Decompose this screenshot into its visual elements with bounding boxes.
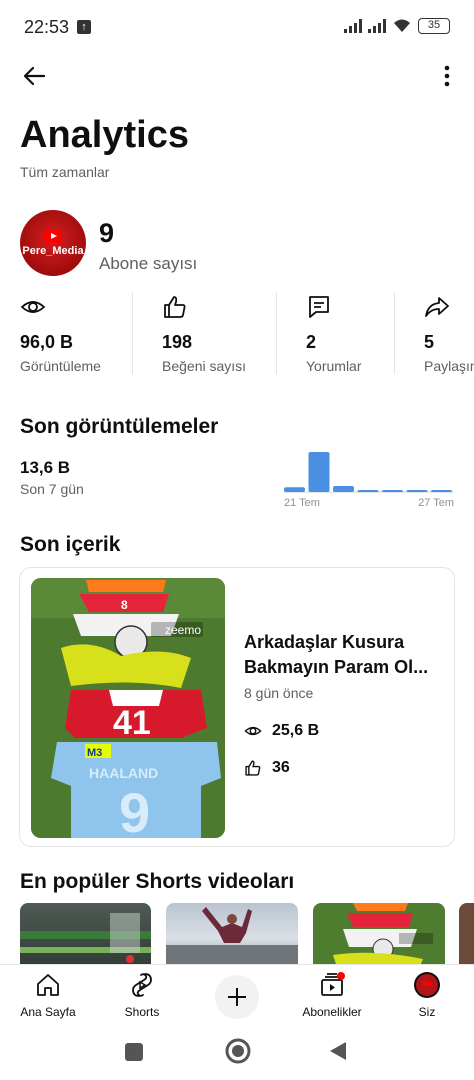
stat-value: 198	[162, 332, 193, 352]
eye-icon	[20, 301, 46, 313]
nav-you-label: Siz	[418, 1005, 436, 1019]
recent-views-value: 13,6 B	[20, 458, 71, 477]
home-icon	[37, 974, 59, 996]
chart-bar	[333, 486, 354, 492]
chart-start-label: 21 Tem	[284, 497, 320, 509]
stat-divider	[132, 292, 133, 374]
views-mini-chart[interactable]: 21 Tem 27 Tem	[282, 448, 456, 510]
status-bar: 22:53 ↑ 35	[0, 0, 474, 56]
youtube-logo-icon	[44, 229, 62, 243]
video-likes-value: 36	[272, 759, 290, 776]
page-title: Analytics	[20, 114, 189, 156]
create-button[interactable]	[215, 975, 259, 1019]
subscriber-count: 9	[99, 218, 115, 248]
upload-notification-icon: ↑	[77, 20, 91, 34]
short-thumbnail[interactable]	[459, 903, 474, 965]
popular-shorts-title: En popüler Shorts videoları	[20, 870, 295, 893]
player-celebration-illustration	[166, 907, 298, 965]
system-navigation	[0, 1024, 474, 1080]
back-arrow-icon[interactable]	[20, 62, 48, 90]
nav-home-label: Ana Sayfa	[20, 1005, 76, 1019]
short-thumbnail[interactable]	[313, 903, 445, 965]
channel-avatar: Pere_Media	[20, 210, 86, 276]
recents-square-icon[interactable]	[124, 1042, 144, 1062]
stat-label: Yorumlar	[306, 358, 362, 374]
chart-bar	[284, 487, 305, 492]
recent-content-title: Son içerik	[20, 533, 121, 556]
svg-text:41: 41	[113, 704, 151, 742]
chart-bar	[357, 490, 379, 492]
chart-bar	[382, 490, 403, 492]
thumbs-up-icon	[245, 760, 261, 776]
recent-content-card[interactable]: 8 41 M3 HAALAND 9 zeemo Arkadaşlar Kusur…	[19, 567, 455, 847]
short-thumbnail[interactable]	[20, 903, 151, 965]
home-circle-icon[interactable]	[225, 1038, 251, 1064]
short-thumbnail[interactable]	[166, 903, 298, 965]
more-options-icon[interactable]	[440, 62, 454, 90]
signal-icon	[344, 19, 362, 33]
profile-avatar-icon	[414, 972, 440, 998]
chart-bar	[406, 490, 428, 492]
popular-shorts-row	[0, 903, 474, 965]
nav-subscriptions[interactable]: Abonelikler	[292, 971, 372, 1019]
status-time: 22:53	[24, 17, 70, 37]
video-thumbnail: 8 41 M3 HAALAND 9 zeemo	[31, 578, 225, 838]
top-bar	[0, 56, 474, 96]
comment-icon	[309, 296, 329, 318]
signal-icon-2	[368, 19, 386, 33]
video-views: 25,6 B	[244, 722, 319, 740]
page-subtitle[interactable]: Tüm zamanlar	[20, 164, 109, 180]
status-icons: 35	[344, 18, 450, 34]
recent-views-title: Son görüntülemeler	[20, 415, 219, 438]
eye-icon	[244, 726, 262, 736]
share-icon	[425, 297, 449, 317]
stat-value: 96,0 B	[20, 332, 74, 352]
battery-indicator: 35	[418, 18, 450, 34]
stat-divider	[276, 292, 277, 374]
nav-shorts-label: Shorts	[124, 1005, 160, 1019]
video-likes: 36	[244, 759, 290, 777]
video-views-value: 25,6 B	[272, 722, 320, 739]
plus-icon	[228, 988, 246, 1006]
stats-row: 96,0 B Görüntüleme 198 Beğeni sayısı 2 Y…	[0, 290, 474, 376]
svg-text:9: 9	[119, 781, 150, 838]
stat-divider	[394, 292, 395, 374]
thumbnail-watermark: zeemo	[165, 623, 201, 637]
video-title-line-2: Bakmayın Param Ol...	[244, 657, 429, 677]
stat-label: Beğeni sayısı	[162, 358, 247, 374]
thumbs-up-icon	[164, 296, 186, 318]
stat-shares[interactable]: 5 Paylaşım	[424, 290, 474, 376]
chart-bar	[308, 452, 330, 492]
recent-views-period: Son 7 gün	[20, 481, 84, 497]
nav-shorts[interactable]: Shorts	[102, 971, 182, 1019]
stat-label: Paylaşım	[424, 358, 474, 374]
shorts-icon	[132, 973, 152, 997]
video-title: Arkadaşlar Kusura Bakmayın Param Ol...	[244, 630, 444, 680]
stadium-illustration	[20, 913, 151, 963]
video-age: 8 gün önce	[244, 685, 314, 701]
video-title-line-1: Arkadaşlar Kusura	[244, 632, 405, 652]
svg-text:M3: M3	[87, 747, 102, 759]
back-triangle-icon[interactable]	[328, 1040, 348, 1062]
stat-value: 5	[424, 332, 435, 352]
jerseys-illustration	[333, 903, 433, 965]
nav-you[interactable]: Siz	[387, 971, 467, 1019]
nav-subscriptions-label: Abonelikler	[302, 1005, 362, 1019]
subscriptions-icon	[321, 972, 345, 996]
svg-text:8: 8	[121, 598, 128, 612]
jerseys-illustration: 8 41 M3 HAALAND 9 zeemo	[31, 578, 225, 838]
bottom-navigation: Ana Sayfa Shorts Abonelikler Siz	[0, 964, 474, 1024]
stat-label: Görüntüleme	[20, 358, 101, 374]
subscriber-label: Abone sayısı	[99, 254, 198, 273]
svg-text:HAALAND: HAALAND	[89, 765, 158, 781]
stat-value: 2	[306, 332, 317, 352]
nav-home[interactable]: Ana Sayfa	[8, 971, 88, 1019]
wifi-icon	[394, 19, 410, 32]
chart-bar	[431, 490, 452, 492]
chart-end-label: 27 Tem	[418, 497, 454, 509]
avatar-label: Pere_Media	[22, 244, 84, 257]
